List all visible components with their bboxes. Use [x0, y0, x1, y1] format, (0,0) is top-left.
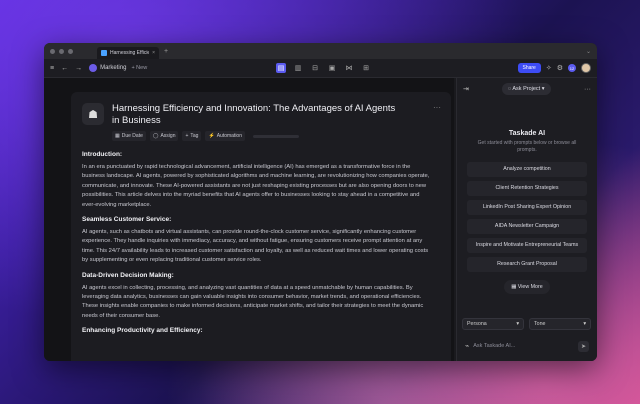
tag-label: Tag [190, 133, 199, 139]
document-title[interactable]: Harnessing Efficiency and Innovation: Th… [112, 103, 402, 127]
ask-project-dropdown[interactable]: ◌ Ask Project ▾ [501, 83, 551, 95]
persona-label: Persona [467, 321, 487, 327]
prompt-button[interactable]: LinkedIn Post Sharing Expert Opinion [467, 200, 587, 215]
prompt-button[interactable]: Research Grant Proposal [467, 257, 587, 272]
view-more-button[interactable]: ▦ View More [504, 280, 550, 294]
document-header: ☗ Harnessing Efficiency and Innovation: … [82, 103, 441, 127]
automation-icon: ⚡ [208, 133, 215, 139]
ask-project-label: Ask Project [512, 86, 541, 92]
ai-side-panel: ⇥ ◌ Ask Project ▾ ··· Taskade AI Get sta… [456, 78, 597, 361]
avatar[interactable] [581, 63, 591, 73]
ask-ai-input[interactable] [473, 343, 574, 349]
chevron-down-icon: ▾ [583, 321, 586, 327]
section-paragraph[interactable]: AI agents, such as chatbots and virtual … [82, 228, 433, 266]
forward-arrow-icon[interactable]: → [75, 65, 82, 72]
view-switcher: ▤ ▥ ⊟ ▣ ⋈ ⊞ [276, 63, 371, 73]
calendar-view-icon[interactable]: ▣ [327, 63, 337, 73]
collapse-panel-icon[interactable]: ⇥ [463, 85, 469, 93]
tone-select[interactable]: Tone ▾ [529, 318, 591, 330]
toolbar-right: Share ✧ ⚙ 12 [517, 63, 591, 73]
section-heading[interactable]: Seamless Customer Service: [82, 216, 433, 223]
maximize-window-dot[interactable] [68, 48, 73, 54]
document-body: Introduction: In an era punctuated by ra… [82, 151, 441, 334]
app-toolbar: ≡ ← → Marketing + New ▤ ▥ ⊟ ▣ ⋈ ⊞ Share … [44, 59, 597, 78]
prompt-button[interactable]: Analyze competition [467, 162, 587, 177]
user-icon: ◯ [152, 133, 159, 139]
window-menu-icon[interactable]: ⌄ [586, 48, 591, 55]
assign-button[interactable]: ◯ Assign [149, 131, 179, 141]
due-date-label: Due Date [121, 133, 143, 139]
browser-tab[interactable]: Harnessing Efficienc... × [97, 47, 159, 59]
chevron-down-icon: ▾ [516, 321, 519, 327]
tab-close-icon[interactable]: × [152, 50, 155, 56]
back-arrow-icon[interactable]: ← [61, 65, 68, 72]
section-paragraph[interactable]: AI agents excel in collecting, processin… [82, 284, 433, 322]
org-chart-view-icon[interactable]: ⊞ [361, 63, 371, 73]
minimize-window-dot[interactable] [59, 48, 64, 54]
attach-icon[interactable]: ⌁ [465, 342, 469, 350]
document-card: ☗ Harnessing Efficiency and Innovation: … [71, 92, 451, 361]
notification-badge[interactable]: 12 [568, 64, 576, 72]
assign-label: Assign [160, 133, 176, 139]
new-button[interactable]: + New [131, 65, 147, 71]
ai-title: Taskade AI [508, 130, 546, 137]
prompt-button[interactable]: Inspire and Motivate Entrepreneurial Tea… [467, 238, 587, 253]
tone-label: Tone [534, 321, 546, 327]
section-paragraph[interactable]: In an era punctuated by rapid technologi… [82, 163, 433, 210]
title-bar: Harnessing Efficienc... × + ⌄ [44, 43, 597, 59]
document-actions: ▦ Due Date ◯ Assign + Tag ⚡ Automation [112, 131, 441, 141]
main-content: ☗ Harnessing Efficiency and Innovation: … [44, 78, 454, 361]
list-view-icon[interactable]: ▤ [276, 63, 286, 73]
automation-label: Automation [216, 133, 242, 139]
ai-sparkle-icon[interactable]: ✧ [546, 64, 552, 72]
board-view-icon[interactable]: ▥ [293, 63, 303, 73]
section-heading[interactable]: Data-Driven Decision Making: [82, 272, 433, 279]
calendar-icon: ▦ [115, 133, 120, 139]
gear-icon[interactable]: ⚙ [557, 64, 563, 72]
panel-header: ⇥ ◌ Ask Project ▾ ··· [457, 78, 597, 100]
prompt-button[interactable]: Client Retention Strategies [467, 181, 587, 196]
chevron-down-icon: ▾ [540, 86, 545, 92]
section-heading[interactable]: Introduction: [82, 151, 433, 158]
panel-more-icon[interactable]: ··· [584, 86, 591, 93]
ask-ai-bar: ⌁ ➤ [462, 338, 592, 354]
new-tab-button[interactable]: + [164, 48, 168, 55]
prompt-button[interactable]: AIDA Newsletter Campaign [467, 219, 587, 234]
send-icon[interactable]: ➤ [578, 340, 589, 352]
due-date-button[interactable]: ▦ Due Date [112, 131, 146, 141]
ai-options: Persona ▾ Tone ▾ [462, 318, 591, 330]
share-button[interactable]: Share [517, 63, 541, 73]
automation-button[interactable]: ⚡ Automation [205, 131, 245, 141]
app-window: Harnessing Efficienc... × + ⌄ ≡ ← → Mark… [44, 43, 597, 361]
prompt-list: Analyze competition Client Retention Str… [467, 162, 587, 272]
workspace-logo-icon [89, 64, 98, 72]
plus-icon: + [185, 133, 189, 139]
ai-subtitle: Get started with prompts below or browse… [477, 140, 577, 153]
progress-bar [253, 134, 299, 138]
persona-select[interactable]: Persona ▾ [462, 318, 524, 330]
document-emoji-icon[interactable]: ☗ [82, 103, 104, 125]
close-window-dot[interactable] [50, 48, 55, 54]
more-options-icon[interactable]: ··· [433, 103, 441, 112]
workspace-name[interactable]: Marketing [100, 65, 126, 71]
tab-title: Harnessing Efficienc... [110, 50, 149, 56]
menu-icon[interactable]: ≡ [50, 65, 54, 72]
section-heading[interactable]: Enhancing Productivity and Efficiency: [82, 327, 433, 334]
tab-favicon-icon [101, 50, 107, 56]
tag-button[interactable]: + Tag [182, 131, 202, 141]
mindmap-view-icon[interactable]: ⋈ [344, 63, 354, 73]
view-more-label: View More [517, 284, 543, 290]
table-view-icon[interactable]: ⊟ [310, 63, 320, 73]
